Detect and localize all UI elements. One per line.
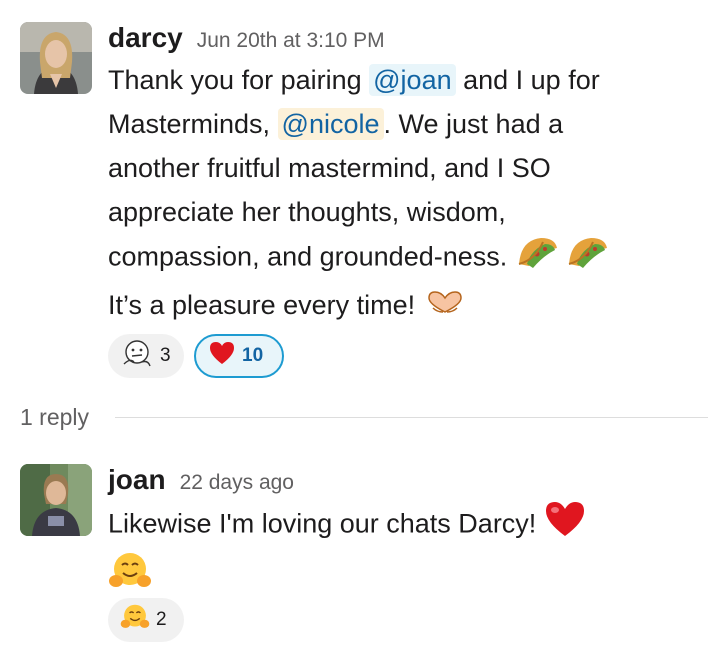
reaction-count: 10: [242, 345, 264, 366]
avatar-joan[interactable]: [20, 464, 92, 536]
message-text: compassion, and grounded-ness.: [108, 241, 515, 272]
taco-emoji: [515, 234, 559, 283]
hugging-face-icon: [120, 603, 150, 637]
message-body: Thank you for pairing @joan and I up for…: [108, 58, 698, 329]
message-timestamp[interactable]: 22 days ago: [180, 471, 294, 495]
reply-reactions-bar: 2: [108, 598, 184, 642]
message-line: Thank you for pairing @joan and I up for: [108, 58, 698, 102]
heart-emoji: [544, 500, 586, 551]
reaction-heart[interactable]: 10: [194, 334, 284, 378]
avatar-darcy[interactable]: [20, 22, 92, 94]
message-text: Masterminds,: [108, 109, 278, 139]
message-text: . We just had a: [383, 109, 564, 139]
message-line: Masterminds, @nicole. We just had a: [108, 102, 698, 146]
thread-replies-divider: 1 reply: [20, 404, 708, 431]
reaction-thinking[interactable]: 3: [108, 334, 184, 378]
reply-header: joan 22 days ago: [108, 464, 294, 496]
message-text: Likewise I'm loving our chats Darcy!: [108, 508, 544, 539]
heart-hands-emoji: [423, 285, 467, 329]
message-line: Likewise I'm loving our chats Darcy!: [108, 500, 698, 551]
reaction-hugging[interactable]: 2: [108, 598, 184, 642]
author-name[interactable]: joan: [108, 464, 166, 496]
message-header: darcy Jun 20th at 3:10 PM: [108, 22, 385, 54]
message-line: compassion, and grounded-ness.: [108, 234, 698, 283]
message-text: another fruitful mastermind, and I SO: [108, 153, 551, 183]
message-line: [108, 551, 698, 604]
reactions-bar: 3 10: [108, 334, 284, 378]
heart-icon: [208, 340, 236, 372]
message-text: and I up for: [455, 65, 600, 95]
message-text: It’s a pleasure every time!: [108, 290, 423, 320]
message-text: appreciate her thoughts, wisdom,: [108, 197, 506, 227]
thinking-face-icon: [120, 338, 154, 374]
reaction-count: 2: [156, 609, 167, 630]
message-timestamp[interactable]: Jun 20th at 3:10 PM: [197, 29, 385, 53]
reaction-count: 3: [160, 345, 171, 366]
mention-joan[interactable]: @joan: [369, 64, 456, 96]
message-line: another fruitful mastermind, and I SO: [108, 146, 698, 190]
message-line: appreciate her thoughts, wisdom,: [108, 190, 698, 234]
hugging-face-emoji: [108, 551, 152, 604]
reply-body: Likewise I'm loving our chats Darcy!: [108, 500, 698, 604]
author-name[interactable]: darcy: [108, 22, 183, 54]
mention-nicole[interactable]: @nicole: [277, 108, 384, 140]
taco-emoji: [565, 234, 609, 283]
divider-line: [115, 417, 708, 418]
message-text: Thank you for pairing: [108, 65, 370, 95]
reply-count[interactable]: 1 reply: [20, 404, 89, 431]
message-line: It’s a pleasure every time!: [108, 283, 698, 329]
